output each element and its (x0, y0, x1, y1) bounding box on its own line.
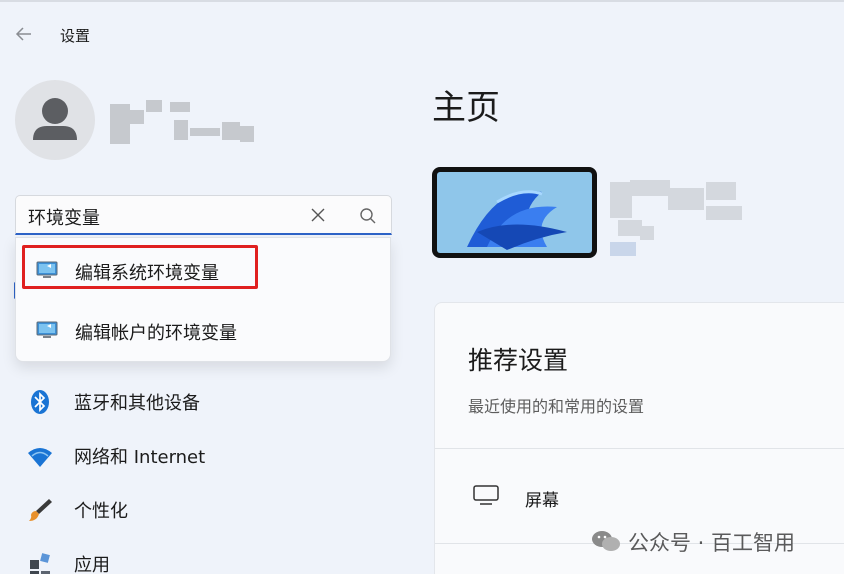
window-top-border (0, 0, 844, 2)
arrow-left-icon (15, 27, 31, 41)
wallpaper-image (437, 172, 592, 253)
bluetooth-icon (31, 390, 49, 414)
recommended-item-label: 屏幕 (525, 491, 559, 511)
app-title: 设置 (60, 27, 91, 45)
back-button[interactable] (12, 22, 36, 46)
wifi-icon (28, 448, 52, 467)
sidebar-item-network[interactable]: 网络和 Internet (20, 434, 380, 474)
card-subtitle: 最近使用的和常用的设置 (468, 397, 645, 416)
annotation-highlight-box (22, 245, 258, 289)
sidebar-item-label: 应用 (74, 555, 110, 574)
avatar[interactable] (15, 80, 95, 160)
search-input[interactable]: 环境变量 (15, 195, 392, 235)
display-icon (473, 485, 499, 505)
close-icon (311, 208, 325, 222)
search-result-item[interactable]: 编辑帐户的环境变量 (20, 308, 388, 352)
device-name-redacted (610, 180, 750, 260)
clear-search-button[interactable] (308, 205, 328, 225)
sidebar-item-bluetooth[interactable]: 蓝牙和其他设备 (20, 380, 380, 420)
brush-icon (29, 499, 52, 521)
page-title: 主页 (432, 88, 500, 128)
windows-bloom-wallpaper-icon (437, 172, 592, 253)
divider (435, 448, 844, 449)
title-bar: 设置 (0, 14, 844, 54)
sidebar-item-personalization[interactable]: 个性化 (20, 488, 380, 528)
sidebar-item-label: 网络和 Internet (74, 447, 206, 468)
recommended-item-display[interactable]: 屏幕 (435, 463, 844, 523)
search-button[interactable] (358, 206, 378, 226)
device-preview[interactable] (432, 167, 597, 258)
apps-icon (30, 553, 50, 574)
person-icon (33, 98, 77, 140)
system-properties-icon (36, 321, 58, 338)
card-title: 推荐设置 (468, 346, 569, 375)
wechat-icon (592, 531, 620, 551)
search-icon (360, 208, 376, 224)
sidebar-item-label: 蓝牙和其他设备 (74, 393, 200, 414)
search-value: 环境变量 (28, 208, 100, 229)
user-name-redacted (110, 100, 260, 150)
search-result-label: 编辑帐户的环境变量 (75, 323, 237, 344)
sidebar-item-apps[interactable]: 应用 (20, 542, 380, 574)
sidebar-item-label: 个性化 (74, 501, 128, 522)
watermark-text: 公众号 · 百工智用 (628, 531, 796, 555)
